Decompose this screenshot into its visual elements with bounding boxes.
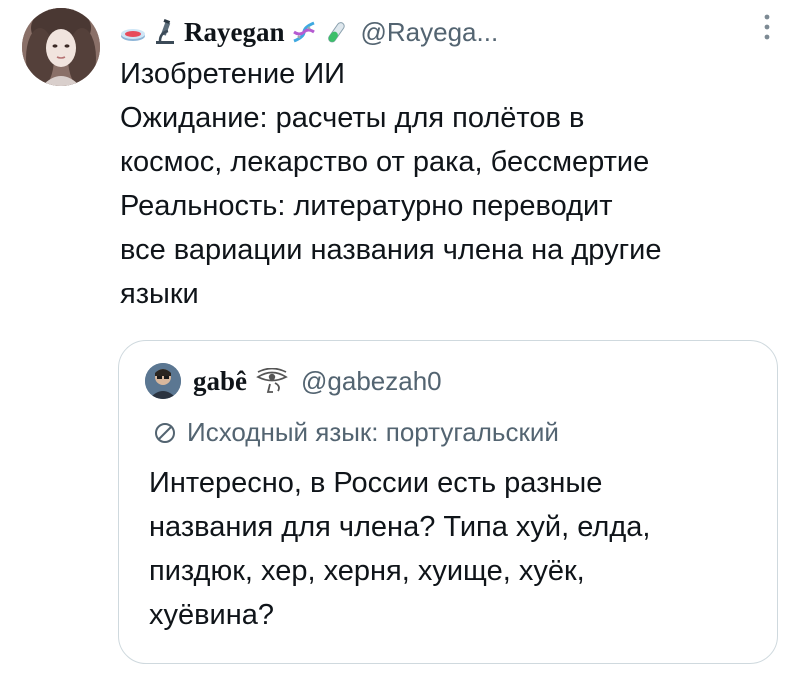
tweet-text-line: Изобретение ИИ	[120, 58, 346, 90]
quoted-author-display-name[interactable]: gabê	[193, 366, 247, 397]
eye-of-horus-emoji	[255, 368, 289, 394]
tweet-text: Изобретение ИИ Ожидание: расчеты для пол…	[120, 52, 780, 316]
dna-emoji	[291, 19, 317, 45]
tweet: Rayegan @Rayega... Изобретение ИИ Ожидан…	[0, 0, 800, 681]
tweet-text-line: все вариации названия члена на другие	[120, 234, 662, 266]
tweet-text-line: космос, лекарство от рака, бессмертие	[120, 146, 650, 178]
author-avatar[interactable]	[22, 8, 100, 86]
globe-icon	[153, 421, 177, 445]
author-display-name[interactable]: Rayegan	[184, 17, 285, 48]
quoted-tweet-text: Интересно, в России есть разные названия…	[149, 461, 759, 637]
tweet-text-line: Ожидание: расчеты для полётов в	[120, 102, 585, 134]
quoted-text-line: названия для члена? Типа хуй, елда,	[149, 511, 651, 543]
tweet-text-line: языки	[120, 278, 199, 310]
quoted-author-handle[interactable]: @gabezah0	[301, 366, 442, 397]
author-handle[interactable]: @Rayega...	[361, 17, 499, 48]
test-tube-emoji	[323, 19, 349, 45]
petri-dish-emoji	[120, 19, 146, 45]
quoted-tweet[interactable]: gabê @gabezah0 Исходный язык: португальс…	[118, 340, 778, 664]
quoted-text-line: Интересно, в России есть разные	[149, 467, 603, 499]
microscope-emoji	[152, 19, 178, 45]
quoted-author-avatar[interactable]	[145, 363, 181, 399]
quoted-text-line: пиздюк, хер, херня, хуище, хуёк,	[149, 555, 585, 587]
translation-note[interactable]: Исходный язык: португальский	[153, 417, 559, 448]
quoted-tweet-header: gabê @gabezah0	[145, 361, 442, 401]
translation-note-text: Исходный язык: португальский	[187, 417, 559, 447]
quoted-text-line: хуёвина?	[149, 599, 275, 631]
more-options-button[interactable]	[752, 10, 782, 48]
tweet-text-line: Реальность: литературно переводит	[120, 190, 613, 222]
more-vertical-icon	[763, 12, 771, 47]
tweet-header: Rayegan @Rayega...	[120, 14, 498, 50]
